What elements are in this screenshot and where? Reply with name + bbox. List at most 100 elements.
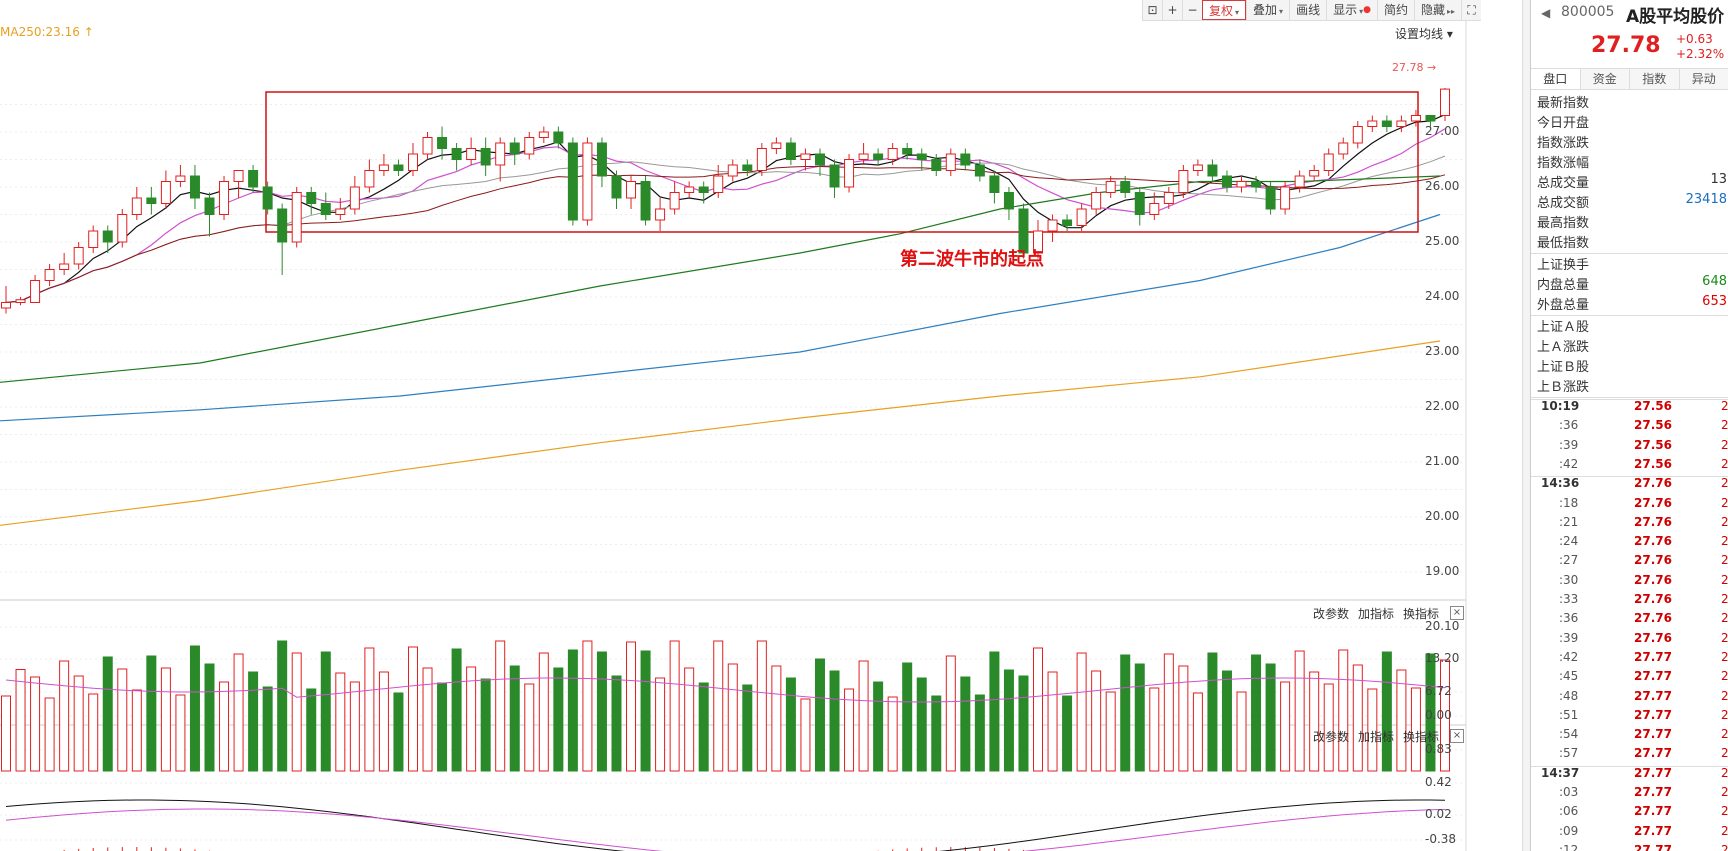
candle-body [1410, 115, 1421, 122]
volume-bar [291, 652, 302, 772]
quote-row: 总成交量 13 [1537, 172, 1727, 192]
candle-body [131, 197, 142, 215]
quote-label: 上证Ｂ股 [1537, 360, 1590, 375]
quote-label: 内盘总量 [1537, 278, 1590, 293]
quote-value: 648 [1702, 274, 1727, 289]
candle-body [1280, 186, 1291, 210]
volume-bar [1, 695, 11, 772]
volume-bar [698, 682, 709, 772]
volume-bar [248, 671, 259, 772]
panel-header: ◀ 800005 A股平均股价 [1531, 0, 1728, 34]
back-arrow-icon[interactable]: ◀ [1541, 6, 1550, 20]
tick-time: :30 [1559, 572, 1579, 587]
candle-body [349, 186, 360, 210]
tick-price: 27.76 [1634, 476, 1672, 491]
tick-volume: 2 [1721, 572, 1728, 587]
tick-price: 27.56 [1634, 456, 1672, 471]
candle-body [844, 159, 855, 188]
candle-body [945, 153, 956, 171]
tick-row: :12 27.77 2 [1531, 843, 1728, 851]
candle-body [974, 164, 985, 177]
volume-bar [1018, 675, 1029, 772]
tick-time: :57 [1559, 746, 1579, 761]
volume-bar [189, 645, 200, 772]
vol-param-button[interactable]: 改参数 [1313, 605, 1349, 622]
tick-time: :51 [1559, 707, 1579, 722]
kline-chart[interactable] [0, 0, 1470, 851]
hide-button[interactable]: 隐藏 ▸▸ [1413, 0, 1461, 20]
vol-add-indicator-button[interactable]: 加指标 [1358, 605, 1394, 622]
tick-price: 27.77 [1634, 727, 1672, 742]
volume-bar [771, 665, 782, 772]
panel-tabs: 盘口 资金 指数 异动 [1531, 68, 1728, 90]
ma-line [5, 128, 1446, 304]
volume-bar [1134, 663, 1145, 772]
tick-price: 27.76 [1634, 572, 1672, 587]
volume-bar [131, 689, 142, 772]
volume-bar [262, 686, 273, 772]
stock-code: 800005 [1561, 4, 1615, 20]
quote-value: 13 [1710, 172, 1727, 187]
macd-add-indicator-button[interactable]: 加指标 [1358, 728, 1394, 745]
tick-row: :18 27.76 2 [1531, 496, 1728, 515]
fullscreen-icon[interactable]: ⛶ [1461, 0, 1481, 20]
candle-body [1149, 203, 1160, 215]
tick-volume: 2 [1721, 476, 1728, 491]
draw-line-button[interactable]: 画线 [1289, 0, 1326, 20]
tick-volume: 2 [1721, 746, 1728, 761]
tick-volume: 2 [1721, 534, 1728, 549]
price-axis-label: 27.00 [1425, 124, 1460, 138]
candle-body [669, 192, 680, 210]
simple-button[interactable]: 简约 [1376, 0, 1414, 20]
candle-body [1091, 192, 1102, 210]
tick-time: :36 [1559, 611, 1579, 626]
candle-body [1338, 142, 1349, 155]
volume-bar [277, 640, 288, 772]
volume-bar [1091, 670, 1102, 772]
volume-bar [1003, 669, 1014, 772]
candle-body [626, 181, 637, 199]
volume-bar [1047, 671, 1058, 772]
macd-close-icon[interactable]: × [1450, 729, 1464, 743]
tick-volume: 2 [1721, 669, 1728, 684]
tick-time: :27 [1559, 553, 1579, 568]
volume-bar [306, 688, 317, 772]
volume-bar [655, 677, 666, 772]
volume-bar [684, 667, 695, 772]
tick-volume: 2 [1721, 437, 1728, 452]
volume-bar [873, 681, 884, 772]
display-button[interactable]: 显示 ▾● [1326, 0, 1377, 20]
price-axis-label: 20.00 [1425, 509, 1460, 523]
quote-label: 上证Ａ股 [1537, 320, 1590, 335]
chart-toolbar: ⊡ + − 复权 ▾ 叠加 ▾ 画线 显示 ▾● 简约 隐藏 ▸▸ ⛶ [1142, 0, 1482, 21]
quote-row: 最低指数 [1537, 232, 1727, 252]
macd-axis-label: 0.02 [1425, 807, 1452, 821]
candle-body [1440, 88, 1450, 116]
tick-time: 14:37 [1541, 765, 1580, 780]
tab-index[interactable]: 指数 [1630, 69, 1680, 89]
overlay-button[interactable]: 叠加 ▾ [1246, 0, 1289, 20]
candle-body [640, 181, 651, 221]
tab-pankou[interactable]: 盘口 [1531, 69, 1581, 89]
zoom-in-icon[interactable]: + [1162, 0, 1182, 20]
candle-body [873, 153, 884, 160]
quote-label: 指数涨幅 [1537, 156, 1590, 171]
macd-param-button[interactable]: 改参数 [1313, 728, 1349, 745]
zoom-out-icon[interactable]: − [1182, 0, 1202, 20]
tab-funds[interactable]: 资金 [1581, 69, 1630, 89]
lock-icon[interactable]: ⊡ [1142, 0, 1162, 20]
adjust-button[interactable]: 复权 ▾ [1202, 0, 1247, 20]
vol-close-icon[interactable]: × [1450, 606, 1464, 620]
candle-body [1352, 126, 1363, 144]
candle-body [1120, 181, 1131, 193]
candle-body [1294, 175, 1305, 188]
volume-bar [553, 667, 564, 772]
candle-body [1062, 219, 1073, 226]
volume-bar [480, 678, 491, 772]
volume-bar [785, 677, 796, 772]
volume-bar [378, 671, 389, 772]
tick-time: :24 [1559, 534, 1579, 549]
volume-bar [596, 651, 607, 772]
set-ma-button[interactable]: 设置均线 ▾ [1395, 25, 1453, 42]
tab-movement[interactable]: 异动 [1680, 69, 1728, 89]
